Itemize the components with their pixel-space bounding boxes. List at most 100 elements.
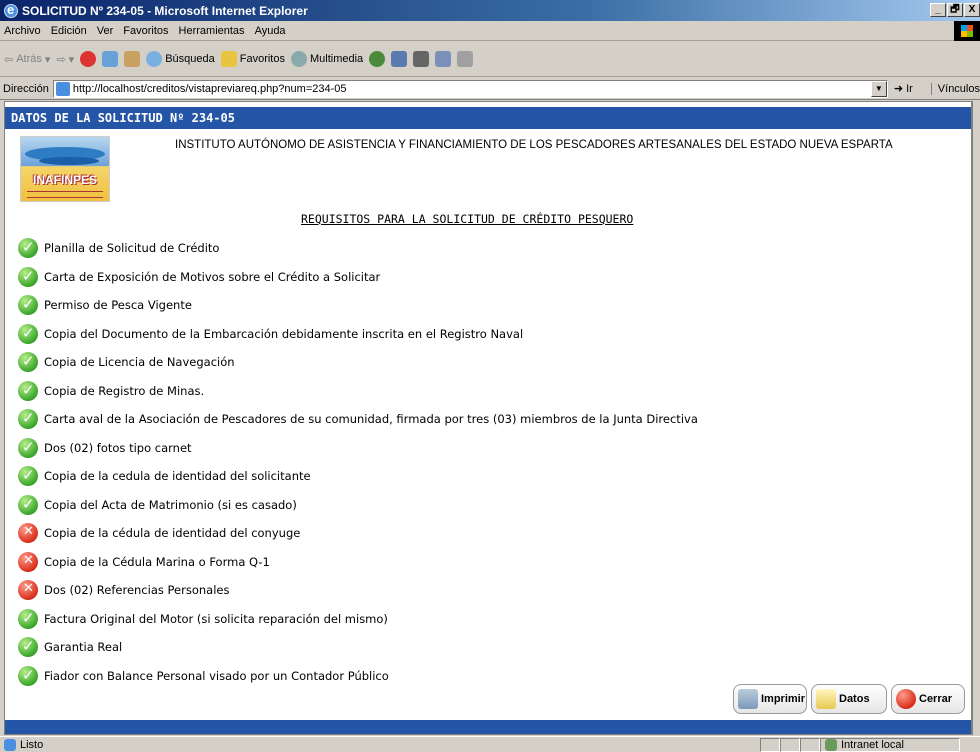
requirement-label: Fiador con Balance Personal visado por u… [44,668,389,683]
address-input[interactable]: http://localhost/creditos/vistapreviareq… [52,79,888,98]
check-icon [18,266,38,287]
institute-name: INSTITUTO AUTÓNOMO DE ASISTENCIA Y FINAN… [175,139,893,151]
print-label: Imprimir [761,693,806,705]
requirement-label: Factura Original del Motor (si solicita … [44,611,388,626]
status-text: Listo [20,738,44,751]
check-icon [18,409,38,429]
intranet-icon [825,738,837,751]
favorites-icon [220,51,237,67]
address-label: Dirección [3,82,49,95]
requirements-title: REQUISITOS PARA LA SOLICITUD DE CRÉDITO … [301,212,634,226]
window-titlebar: SOLICITUD Nº 234-05 - Microsoft Internet… [0,0,980,21]
edit-icon[interactable] [435,51,452,67]
check-icon [18,323,38,344]
forward-button[interactable]: ⇨ ▾ [56,53,74,66]
print-icon[interactable] [413,51,430,67]
cross-icon [18,580,38,600]
requirement-item: Fiador con Balance Personal visado por u… [18,665,389,686]
vertical-scrollbar[interactable] [972,101,980,735]
check-icon [18,665,38,686]
page-icon [55,81,70,96]
home-icon[interactable] [124,51,141,67]
menu-ayuda[interactable]: Ayuda [255,25,286,37]
links-button[interactable]: Vínculos [930,82,980,95]
search-icon [146,51,163,67]
requirement-item: Copia de Registro de Minas. [18,380,205,401]
requirement-item: Permiso de Pesca Vigente [18,295,192,315]
search-button[interactable]: Búsqueda [146,51,215,67]
forward-arrow-icon: ⇨ [56,53,66,66]
close-window-button[interactable]: X [964,3,980,17]
logo-text: INAFINPES [32,173,97,187]
clipboard-icon [816,689,836,709]
address-bar: Dirección http://localhost/creditos/vist… [0,78,980,100]
requirement-item: Carta de Exposición de Motivos sobre el … [18,266,381,287]
requirement-item: Copia del Acta de Matrimonio (si es casa… [18,494,297,515]
ie-icon [4,2,18,18]
requirement-label: Copia de la Cédula Marina o Forma Q-1 [44,554,270,569]
history-icon[interactable] [369,51,386,67]
go-label: Ir [906,82,913,95]
refresh-icon[interactable] [102,51,119,67]
back-arrow-icon: ⇦ [4,53,14,66]
printer-icon [738,689,758,709]
requirement-label: Garantia Real [44,640,123,654]
favorites-label: Favoritos [239,53,285,65]
requirement-item: Planilla de Solicitud de Crédito [18,238,219,258]
window-title: SOLICITUD Nº 234-05 - Microsoft Internet… [22,3,308,18]
menu-favoritos[interactable]: Favoritos [123,25,168,37]
requirement-label: Copia de Registro de Minas. [44,383,205,398]
search-label: Búsqueda [165,53,215,65]
requirement-label: Planilla de Solicitud de Crédito [44,241,220,255]
requirement-label: Copia de Licencia de Navegación [44,355,235,369]
back-label: Atrás [16,53,42,65]
check-icon [18,608,38,629]
requirement-item: Copia de la cédula de identidad del cony… [18,523,300,543]
print-button[interactable]: Imprimir [733,684,807,714]
check-icon [18,295,38,315]
check-icon [18,466,38,486]
zone-label: Intranet local [841,738,904,751]
data-button[interactable]: Datos [811,684,887,714]
maximize-button[interactable]: 🗗 [947,3,963,17]
close-label: Cerrar [919,693,953,705]
requirement-item: Factura Original del Motor (si solicita … [18,608,388,629]
mail-icon[interactable] [391,51,408,67]
stop-icon[interactable] [80,51,97,67]
requirement-item: Garantia Real [18,637,122,657]
requirement-label: Copia de la cedula de identidad del soli… [44,469,311,483]
requirement-item: Dos (02) Referencias Personales [18,580,229,600]
menu-edicion[interactable]: Edición [51,25,87,37]
check-icon [18,380,38,401]
go-button[interactable]: ➜ Ir [893,82,913,96]
address-url: http://localhost/creditos/vistapreviareq… [72,82,347,95]
check-icon [18,437,38,458]
chevron-down-icon[interactable]: ▼ [870,80,887,97]
minimize-button[interactable]: _ [930,3,946,17]
multimedia-button[interactable]: Multimedia [290,51,363,67]
favorites-button[interactable]: Favoritos [220,51,285,67]
check-icon [18,238,38,258]
menu-archivo[interactable]: Archivo [4,25,41,37]
windows-logo-icon [954,21,980,41]
status-bar: Listo Intranet local [0,736,980,752]
page-status-icon [4,738,16,751]
requirement-label: Dos (02) Referencias Personales [44,583,230,597]
requirement-label: Carta de Exposición de Motivos sobre el … [44,269,381,284]
requirement-item: Copia de la cedula de identidad del soli… [18,466,311,486]
go-arrow-icon: ➜ [893,83,904,95]
chevron-down-icon: ▾ [44,53,51,66]
close-button[interactable]: Cerrar [891,684,965,714]
back-button[interactable]: ⇦ Atrás ▾ [4,53,50,66]
toolbar: ⇦ Atrás ▾ ⇨ ▾ Búsqueda Favoritos Multime… [0,42,980,77]
requirement-label: Carta aval de la Asociación de Pescadore… [44,412,698,426]
requirement-item: Copia del Documento de la Embarcación de… [18,323,523,344]
page-content: DATOS DE LA SOLICITUD Nº 234-05 INAFINPE… [4,101,972,735]
requirement-item: Dos (02) fotos tipo carnet [18,437,192,458]
discuss-icon[interactable] [457,51,474,67]
menu-herramientas[interactable]: Herramientas [179,25,245,37]
requirement-item: Carta aval de la Asociación de Pescadore… [18,409,698,429]
requirement-label: Copia de la cédula de identidad del cony… [44,526,301,540]
check-icon [18,352,38,372]
menu-ver[interactable]: Ver [97,25,114,37]
